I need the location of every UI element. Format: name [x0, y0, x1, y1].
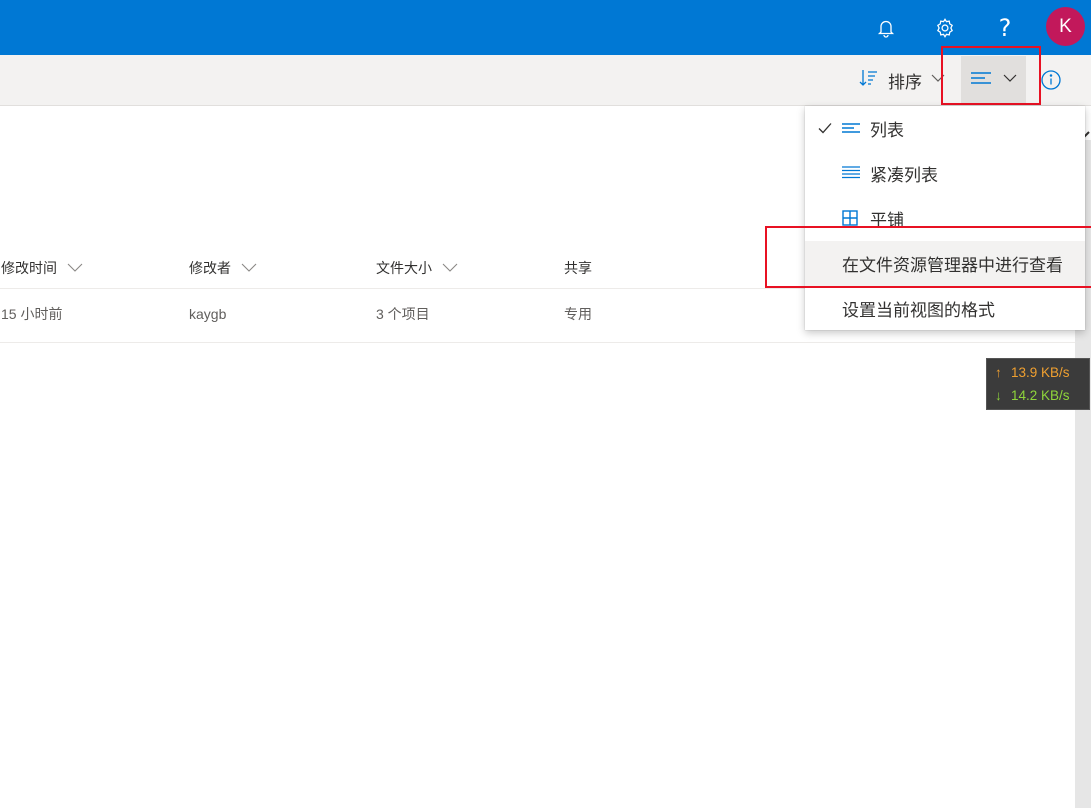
list-icon [842, 120, 860, 140]
sort-label: 排序 [888, 72, 922, 92]
view-options-button[interactable] [961, 56, 1026, 104]
column-header-file-size[interactable]: 文件大小 [376, 248, 458, 288]
chevron-down-icon [241, 259, 257, 278]
help-glyph: ? [998, 14, 1012, 42]
suite-header: ? K [0, 0, 1091, 55]
command-bar: 排序 [0, 55, 1091, 106]
menu-item-label: 平铺 [870, 211, 904, 230]
avatar[interactable]: K [1046, 7, 1085, 46]
column-label: 修改者 [189, 260, 231, 276]
download-arrow-icon: ↓ [995, 387, 1002, 403]
compact-list-icon [842, 165, 860, 186]
sort-button[interactable]: 排序 [858, 64, 946, 96]
menu-item-label: 列表 [870, 121, 904, 140]
download-speed: ↓ 14.2 KB/s [995, 385, 1070, 405]
menu-item-label: 在文件资源管理器中进行查看 [842, 256, 1063, 275]
chevron-down-icon [930, 70, 946, 91]
tiles-icon [842, 210, 858, 231]
column-label: 文件大小 [376, 260, 432, 276]
cell-modified-by: kaygb [189, 306, 227, 322]
upload-speed-value: 13.9 KB/s [1011, 364, 1070, 380]
menu-item-view-in-file-explorer[interactable]: 在文件资源管理器中进行查看 [805, 241, 1085, 286]
column-header-sharing[interactable]: 共享 [564, 248, 592, 288]
menu-item-tiles[interactable]: 平铺 [805, 196, 1085, 241]
checkmark-icon [817, 120, 833, 141]
sort-icon [858, 67, 880, 94]
column-header-modified[interactable]: 修改时间 [1, 248, 83, 288]
chevron-down-icon [67, 259, 83, 278]
cell-sharing: 专用 [564, 306, 592, 322]
gear-icon[interactable] [925, 8, 965, 48]
network-speed-monitor: ↑ 13.9 KB/s ↓ 14.2 KB/s [986, 358, 1090, 410]
upload-speed: ↑ 13.9 KB/s [995, 362, 1070, 382]
download-speed-value: 14.2 KB/s [1011, 387, 1070, 403]
chevron-down-icon [442, 259, 458, 278]
menu-item-format-current-view[interactable]: 设置当前视图的格式 [805, 286, 1085, 331]
view-options-menu: 列表 紧凑列表 平铺 在文件资源管理器中进行查看 设置当前视图的格式 [805, 106, 1085, 330]
column-label: 修改时间 [1, 260, 57, 276]
chevron-down-icon [1002, 70, 1018, 91]
column-header-modified-by[interactable]: 修改者 [189, 248, 257, 288]
info-icon[interactable] [1039, 68, 1063, 92]
cell-file-size: 3 个项目 [376, 306, 430, 322]
upload-arrow-icon: ↑ [995, 364, 1002, 380]
menu-item-label: 设置当前视图的格式 [842, 301, 995, 320]
bell-icon[interactable] [866, 8, 906, 48]
menu-item-compact-list[interactable]: 紧凑列表 [805, 151, 1085, 196]
list-view-icon [970, 71, 992, 90]
menu-item-label: 紧凑列表 [870, 166, 938, 185]
column-label: 共享 [564, 260, 592, 276]
cell-modified: 15 小时前 [1, 306, 63, 322]
help-icon[interactable]: ? [985, 8, 1025, 48]
menu-item-list[interactable]: 列表 [805, 106, 1085, 151]
